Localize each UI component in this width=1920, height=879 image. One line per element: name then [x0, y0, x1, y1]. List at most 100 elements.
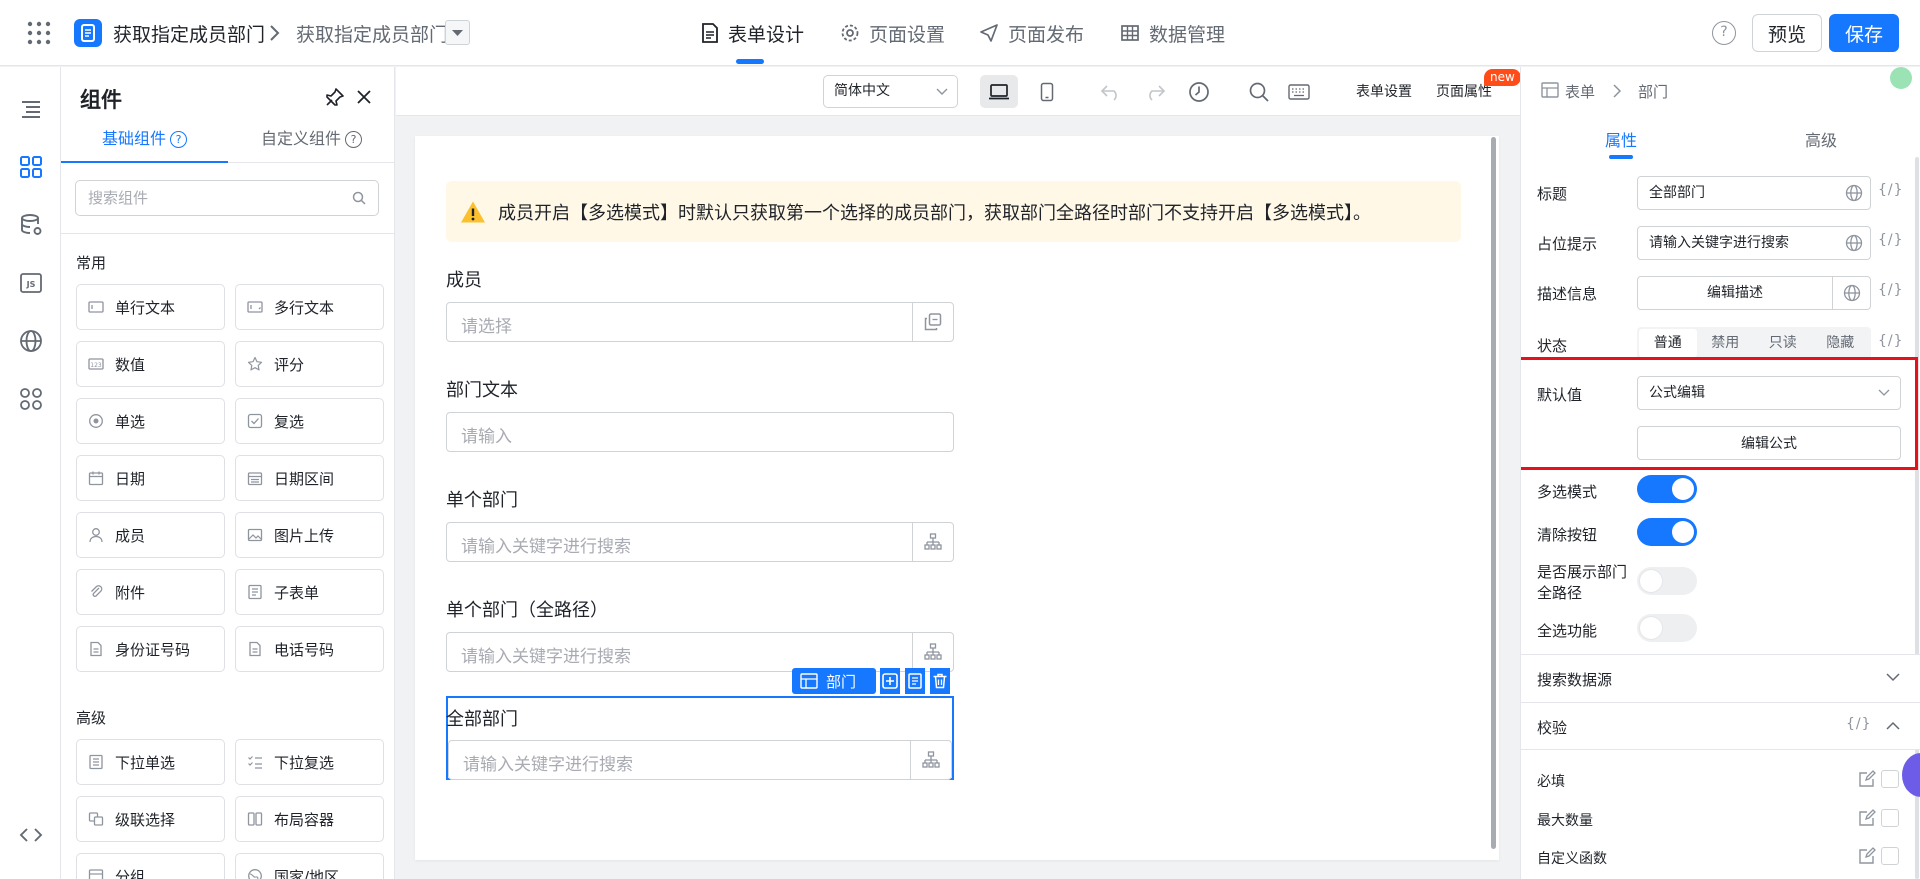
app-name[interactable]: 获取指定成员部门 — [113, 20, 265, 47]
globe-icon[interactable] — [1845, 234, 1863, 252]
member-select-input[interactable]: 请选择 — [446, 302, 954, 342]
single-dept-input[interactable]: 请输入关键字进行搜索 — [446, 522, 954, 562]
globe-icon[interactable] — [1832, 277, 1870, 309]
js-icon[interactable]: JS — [18, 270, 44, 296]
dept-tree-button[interactable] — [912, 633, 953, 671]
component-cascade[interactable]: 级联选择 — [76, 796, 225, 842]
page-dropdown-button[interactable] — [445, 20, 470, 45]
apps-grid-icon[interactable] — [27, 21, 51, 45]
mobile-view-icon[interactable] — [1028, 75, 1066, 108]
delete-component-icon[interactable] — [930, 668, 950, 694]
component-group[interactable]: 分组 — [76, 853, 225, 879]
component-id-number[interactable]: 身份证号码 — [76, 626, 225, 672]
all-depts-input[interactable]: 请输入关键字进行搜索 — [448, 740, 952, 780]
component-member[interactable]: 成员 — [76, 512, 225, 558]
state-option-readonly[interactable]: 只读 — [1754, 329, 1812, 357]
tab-properties[interactable]: 属性 — [1521, 127, 1721, 151]
component-single-line-text[interactable]: 单行文本 — [76, 284, 225, 330]
component-multi-line-text[interactable]: 多行文本 — [235, 284, 384, 330]
state-option-disabled[interactable]: 禁用 — [1697, 329, 1755, 357]
component-attachment[interactable]: 附件 — [76, 569, 225, 615]
tab-form-design[interactable]: 表单设计 — [701, 20, 804, 46]
select-all-toggle[interactable] — [1637, 614, 1697, 642]
component-search-input[interactable] — [75, 180, 379, 216]
formula-toggle-icon[interactable]: {/} — [1878, 282, 1904, 298]
edit-description-button[interactable]: 编辑描述 — [1637, 276, 1871, 310]
desktop-view-icon[interactable] — [980, 75, 1018, 108]
dept-tree-button[interactable] — [912, 523, 953, 561]
apps-icon[interactable] — [18, 386, 44, 412]
copy-component-icon[interactable] — [905, 668, 925, 694]
placeholder-input[interactable]: 请输入关键字进行搜索 — [1637, 226, 1871, 260]
save-button[interactable]: 保存 — [1829, 14, 1899, 52]
formula-toggle-icon[interactable]: {/} — [1878, 232, 1904, 248]
edit-icon[interactable] — [1858, 847, 1876, 865]
component-checkbox[interactable]: 复选 — [235, 398, 384, 444]
edit-icon[interactable] — [1858, 809, 1876, 827]
title-input[interactable]: 全部部门 — [1637, 176, 1871, 210]
component-radio[interactable]: 单选 — [76, 398, 225, 444]
state-option-hidden[interactable]: 隐藏 — [1812, 329, 1870, 357]
tab-page-publish[interactable]: 页面发布 — [979, 20, 1084, 46]
member-picker-button[interactable] — [912, 303, 953, 341]
search-datasource-section[interactable]: 搜索数据源 — [1521, 654, 1920, 702]
globe-icon[interactable] — [1845, 184, 1863, 202]
search-icon[interactable] — [352, 191, 366, 205]
redo-icon[interactable] — [1136, 75, 1174, 108]
dept-text-input[interactable]: 请输入 — [446, 412, 954, 452]
pin-icon[interactable] — [325, 87, 345, 107]
canvas-scrollbar[interactable] — [1491, 137, 1496, 849]
undo-icon[interactable] — [1092, 75, 1130, 108]
question-icon[interactable]: ? — [345, 131, 362, 148]
selected-component-tag[interactable]: 部门 — [792, 668, 876, 694]
component-date-range[interactable]: 日期区间 — [235, 455, 384, 501]
required-checkbox[interactable] — [1881, 770, 1899, 788]
question-icon[interactable]: ? — [170, 131, 187, 148]
outline-icon[interactable] — [18, 96, 44, 122]
tab-page-settings[interactable]: 页面设置 — [840, 20, 945, 46]
component-layout-container[interactable]: 布局容器 — [235, 796, 384, 842]
tab-advanced[interactable]: 高级 — [1721, 127, 1920, 151]
help-icon[interactable]: ? — [1712, 21, 1736, 45]
search-icon[interactable] — [1240, 75, 1278, 108]
globe-icon[interactable] — [18, 328, 44, 354]
single-dept-fullpath-input[interactable]: 请输入关键字进行搜索 — [446, 632, 954, 672]
custom-function-checkbox[interactable] — [1881, 847, 1899, 865]
avatar[interactable] — [1890, 67, 1912, 89]
language-select[interactable]: 简体中文 — [823, 75, 958, 108]
component-rating[interactable]: 评分 — [235, 341, 384, 387]
form-settings-link[interactable]: 表单设置 — [1356, 81, 1412, 101]
edit-icon[interactable] — [1858, 770, 1876, 788]
component-dropdown-single[interactable]: 下拉单选 — [76, 739, 225, 785]
dept-tree-button[interactable] — [910, 741, 951, 779]
formula-toggle-icon[interactable]: {/} — [1846, 716, 1872, 732]
tab-custom-components[interactable]: 自定义组件? — [228, 117, 394, 163]
component-country-region[interactable]: 国家/地区 — [235, 853, 384, 879]
page-name[interactable]: 获取指定成员部门 — [296, 20, 448, 47]
components-icon[interactable] — [18, 154, 44, 180]
tab-data-management[interactable]: 数据管理 — [1120, 20, 1225, 46]
formula-toggle-icon[interactable]: {/} — [1878, 182, 1904, 198]
add-component-icon[interactable] — [880, 668, 900, 694]
fullpath-toggle[interactable] — [1637, 567, 1697, 595]
state-option-normal[interactable]: 普通 — [1639, 329, 1697, 357]
clear-button-toggle[interactable] — [1637, 518, 1697, 546]
breadcrumb-dept[interactable]: 部门 — [1638, 81, 1668, 102]
multi-select-toggle[interactable] — [1637, 475, 1697, 503]
component-dropdown-multi[interactable]: 下拉复选 — [235, 739, 384, 785]
breadcrumb-form[interactable]: 表单 — [1565, 81, 1595, 102]
component-date[interactable]: 日期 — [76, 455, 225, 501]
datasource-icon[interactable] — [18, 212, 44, 238]
component-phone[interactable]: 电话号码 — [235, 626, 384, 672]
component-subform[interactable]: 子表单 — [235, 569, 384, 615]
component-number[interactable]: 123 数值 — [76, 341, 225, 387]
formula-toggle-icon[interactable]: {/} — [1878, 333, 1904, 349]
preview-button[interactable]: 预览 — [1752, 14, 1822, 52]
edit-formula-button[interactable]: 编辑公式 — [1637, 426, 1901, 460]
default-value-select[interactable]: 公式编辑 — [1637, 376, 1901, 410]
tab-basic-components[interactable]: 基础组件? — [61, 117, 228, 163]
max-count-checkbox[interactable] — [1881, 809, 1899, 827]
code-icon[interactable] — [18, 822, 44, 848]
keyboard-icon[interactable] — [1280, 75, 1318, 108]
component-image-upload[interactable]: 图片上传 — [235, 512, 384, 558]
